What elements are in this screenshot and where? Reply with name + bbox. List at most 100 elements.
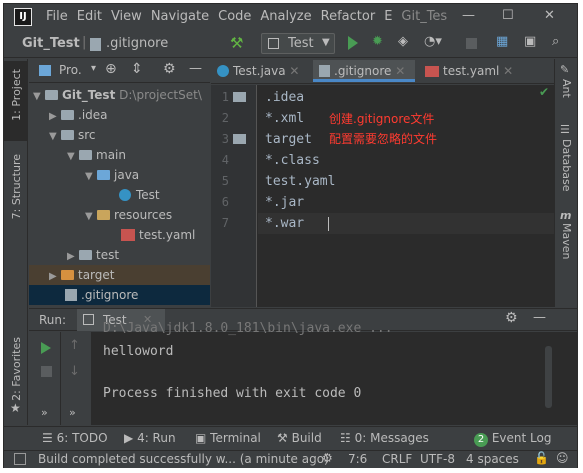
chevron-down-icon[interactable]: ▾ [91, 63, 96, 74]
minimize-button[interactable]: — [462, 8, 475, 23]
breadcrumb-project[interactable]: Git_Test [22, 36, 80, 51]
tree-row[interactable]: .gitignore [29, 285, 210, 305]
tree-row[interactable]: ▼ resources [29, 205, 210, 225]
line-separator[interactable]: CRLF [382, 452, 412, 466]
tree-row[interactable]: test.yaml [29, 225, 210, 245]
run-config-label: Test [288, 36, 314, 51]
menu-view[interactable]: View [111, 9, 142, 24]
file-icon [319, 65, 330, 77]
run-tool-tab[interactable]: ▶ 4: Run [124, 431, 176, 445]
yaml-file-icon [425, 66, 439, 77]
close-icon[interactable]: ✕ [395, 64, 405, 78]
tree-row[interactable]: ▼ src [29, 125, 210, 145]
tree-row[interactable]: ▶ test [29, 245, 210, 265]
more-icon[interactable]: » [41, 406, 48, 419]
editor-tabs: Test.java ✕ .gitignore ✕ test.yaml ✕ [211, 59, 554, 84]
tree-row[interactable]: ▶ target [29, 265, 210, 285]
tree-row[interactable]: ▼ Git_Test D:\projectSet\ [29, 85, 210, 105]
menu-edit[interactable]: Edit [77, 9, 102, 24]
hide-icon[interactable]: — [533, 310, 546, 325]
search-icon[interactable]: ⌕ [552, 34, 559, 49]
rerun-icon[interactable] [41, 342, 51, 354]
terminal-toolbar-icon[interactable]: ▣ [524, 34, 536, 49]
menu-code[interactable]: Code [218, 9, 251, 24]
favorites-side-tab[interactable]: 2: Favorites [10, 337, 23, 401]
ant-side-tab[interactable]: Ant [560, 79, 573, 98]
database-icon: ☰ [560, 123, 570, 136]
maven-icon: m [560, 209, 572, 222]
coverage-icon[interactable]: ◈ [398, 34, 408, 49]
folder-icon [79, 150, 92, 160]
file-encoding[interactable]: UTF-8 [420, 452, 455, 466]
folder-icon [233, 134, 246, 144]
window-title: Git_Tes [401, 9, 448, 24]
maven-side-tab[interactable]: Maven [560, 223, 573, 259]
code-area[interactable]: .idea *.xml target *.class test.yaml *.j… [265, 87, 335, 234]
database-side-tab[interactable]: Database [560, 139, 573, 192]
tree-row[interactable]: ▼ main [29, 145, 210, 165]
tree-row[interactable]: ▶ .idea [29, 105, 210, 125]
maximize-button[interactable]: ☐ [502, 8, 514, 23]
status-bar: Build completed successfully w... (a min… [4, 450, 577, 468]
event-log-tab[interactable]: 2 Event Log [474, 431, 551, 447]
class-icon [217, 65, 229, 77]
processes-icon[interactable]: ⚙ [322, 451, 333, 465]
chevron-down-icon: ▼ [322, 37, 330, 48]
close-icon[interactable]: ✕ [503, 64, 513, 78]
locate-icon[interactable]: ⊕ [105, 61, 117, 77]
arrow-down-icon[interactable]: ↓ [69, 364, 80, 379]
tab-test-java[interactable]: Test.java ✕ [211, 60, 311, 82]
terminal-tab[interactable]: ▣ Terminal [195, 431, 261, 445]
collapse-icon[interactable]: ⇕ [131, 61, 143, 77]
project-tree: ▼ Git_Test D:\projectSet\ ▶ .idea ▼ src ▼ ma… [29, 85, 210, 305]
tree-row[interactable]: Test [29, 185, 210, 205]
favorites-star-icon: ★ [10, 401, 21, 415]
lock-icon[interactable]: 🔓 [534, 451, 549, 465]
build-hammer-icon[interactable]: ⚒ [230, 34, 243, 52]
annotation-create: 创建.gitignore文件 [329, 112, 435, 126]
status-message[interactable]: Build completed successfully w... (a min… [38, 452, 329, 466]
project-structure-icon[interactable]: ▦ [496, 34, 508, 49]
user-icon[interactable]: ☺ [556, 451, 569, 465]
debug-icon[interactable]: ✹ [372, 34, 383, 49]
indent-setting[interactable]: 4 spaces [466, 452, 519, 466]
caret-position[interactable]: 7:6 [348, 452, 367, 466]
close-icon[interactable]: ✕ [289, 64, 299, 78]
stop-icon[interactable] [466, 38, 477, 49]
close-window-button[interactable]: ✕ [544, 8, 555, 23]
menu-refactor[interactable]: Refactor [321, 9, 376, 24]
console-scrollbar[interactable] [545, 346, 552, 408]
hide-icon[interactable]: — [189, 61, 202, 76]
menu-more[interactable]: E [384, 9, 392, 24]
line-number: 4 [221, 153, 229, 167]
project-view-select[interactable]: Pro. [59, 63, 82, 77]
tab-test-yaml[interactable]: test.yaml ✕ [419, 60, 519, 82]
bottom-tool-tabs: ☰ 6: TODO ▶ 4: Run ▣ Terminal ⚒ Build ☷ … [4, 426, 577, 450]
gear-icon[interactable]: ⚙ [163, 61, 176, 77]
arrow-up-icon[interactable]: ↑ [69, 338, 80, 353]
tab-gitignore[interactable]: .gitignore ✕ [313, 60, 415, 82]
todo-tab-label: 6: TODO [56, 431, 108, 445]
project-side-tab-label: 1: Project [10, 69, 23, 121]
profile-icon[interactable]: ◔▾ [424, 34, 442, 49]
menu-navigate[interactable]: Navigate [151, 9, 209, 24]
project-side-tab[interactable]: 1: Project [4, 61, 28, 141]
structure-side-tab[interactable]: 7: Structure [10, 154, 23, 219]
build-tab[interactable]: ⚒ Build [277, 431, 322, 445]
more-icon[interactable]: » [69, 406, 76, 419]
todo-tab[interactable]: ☰ 6: TODO [42, 431, 108, 445]
messages-tab[interactable]: ☷ 0: Messages [340, 431, 429, 445]
left-tool-strip: 1: Project 7: Structure 2: Favorites ★ [4, 59, 28, 425]
menu-file[interactable]: File [46, 9, 68, 24]
code-line: .idea [265, 90, 305, 105]
menu-analyze[interactable]: Analyze [260, 9, 311, 24]
check-icon: ✔ [539, 85, 550, 99]
run-config-select[interactable]: Test ▼ [261, 33, 335, 54]
gear-icon[interactable]: ⚙ [505, 310, 518, 326]
stop-icon[interactable] [41, 366, 52, 377]
status-toggle-icon[interactable] [14, 453, 26, 465]
tree-row[interactable]: ▼ java [29, 165, 210, 185]
tree-label: .idea [78, 108, 108, 122]
run-icon[interactable] [348, 36, 358, 50]
breadcrumb-file[interactable]: .gitignore [106, 36, 168, 51]
